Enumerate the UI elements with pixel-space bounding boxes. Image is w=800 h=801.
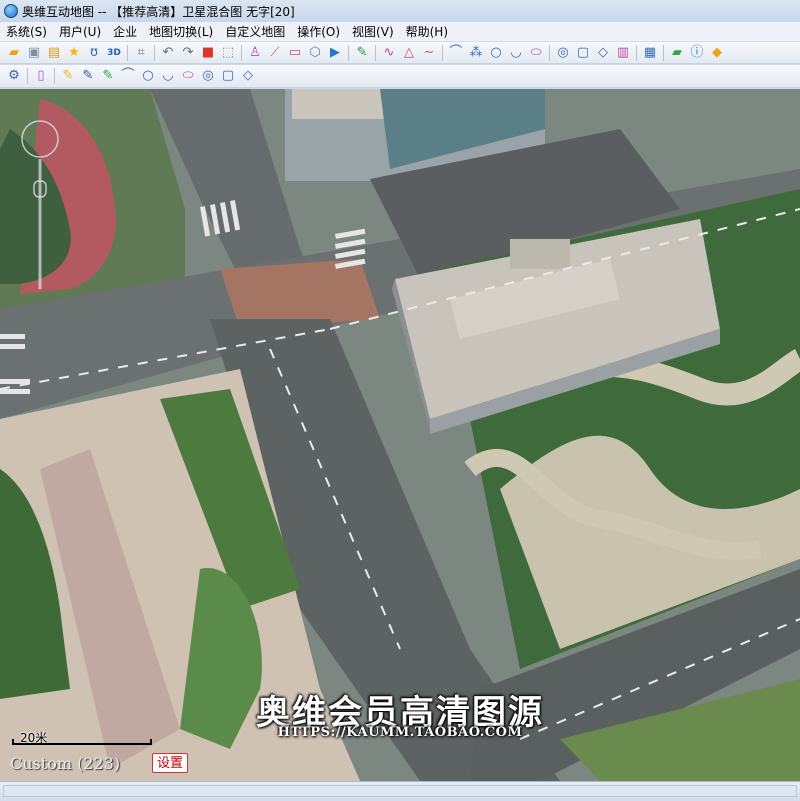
polygon-icon[interactable]: ⬡: [307, 45, 323, 61]
ruler-icon[interactable]: ⟋: [267, 45, 283, 61]
grid-icon[interactable]: ▦: [642, 45, 658, 61]
bars-icon[interactable]: ▥: [615, 45, 631, 61]
redo-icon[interactable]: ↷: [180, 45, 196, 61]
secondary-toolbar: ⚙ ▯ ✎ ✎ ✎ ⌒ ○ ◡ ⬭ ◎ ▢ ◇: [0, 65, 800, 88]
menu-item[interactable]: 自定义地图: [219, 23, 291, 40]
ellipse-icon[interactable]: ⬭: [528, 45, 544, 61]
ring-icon[interactable]: ◎: [200, 68, 216, 84]
arc-icon[interactable]: ⌒: [448, 45, 464, 61]
toolbar-separator: [549, 44, 550, 61]
map-view[interactable]: 奥维会员高清图源 HTTPS://KAUMM.TAOBAO.COM 20米 Cu…: [0, 89, 800, 781]
delete-icon[interactable]: ■: [200, 45, 216, 61]
pushpin-yellow-icon[interactable]: ✎: [60, 68, 76, 84]
area-icon[interactable]: ▭: [287, 45, 303, 61]
pushpin-blue-icon[interactable]: ✎: [80, 68, 96, 84]
chat-icon[interactable]: ▰: [669, 45, 685, 61]
points-icon[interactable]: ⁂: [468, 45, 484, 61]
toolbar-separator: [127, 44, 128, 61]
menu-item[interactable]: 操作(O): [291, 23, 346, 40]
satellite-imagery: [0, 89, 800, 781]
menu-item[interactable]: 系统(S): [0, 23, 53, 40]
toolbar-separator: [442, 44, 443, 61]
layer-icon[interactable]: ◇: [240, 68, 256, 84]
circle-icon[interactable]: ○: [488, 45, 504, 61]
menu-item[interactable]: 地图切换(L): [143, 23, 219, 40]
zoom-slider-icon[interactable]: [20, 119, 60, 299]
toolbar-separator: [54, 68, 55, 84]
arc-open-icon[interactable]: ◡: [508, 45, 524, 61]
measure-icon[interactable]: ♙: [247, 45, 263, 61]
document-icon[interactable]: ▯: [33, 68, 49, 84]
arc-open-icon[interactable]: ◡: [160, 68, 176, 84]
select-icon[interactable]: ⬚: [220, 45, 236, 61]
settings-gear-icon[interactable]: ⚙: [6, 68, 22, 84]
menu-item[interactable]: 企业: [107, 23, 143, 40]
status-bar: [0, 781, 800, 801]
curve-icon[interactable]: ∼: [421, 45, 437, 61]
title-bar: 奥维互动地图 -- 【推荐高清】卫星混合图 无字[20]: [0, 0, 800, 23]
ellipse-icon[interactable]: ⬭: [180, 68, 196, 84]
favorites-folder-icon[interactable]: ▤: [46, 45, 62, 61]
crop-icon[interactable]: ⌗: [133, 45, 149, 61]
line-icon[interactable]: ∿: [381, 45, 397, 61]
status-panel: [3, 785, 797, 797]
main-toolbar: ▰ ▣ ▤ ★ ʊ 3D ⌗ ↶ ↷ ■ ⬚ ♙ ⟋ ▭ ⬡ ▶ ✎ ∿ △ ∼ ⌒ ⁂ ○ ◡ ⬭ ◎ ▢ ◇ ▥ ▦ ▰ ⓘ ◆: [0, 42, 800, 64]
arc-icon[interactable]: ⌒: [120, 68, 136, 84]
window-title: 奥维互动地图 -- 【推荐高清】卫星混合图 无字[20]: [22, 4, 295, 19]
settings-button[interactable]: 设置: [152, 753, 188, 773]
menu-item[interactable]: 帮助(H): [400, 23, 454, 40]
undo-icon[interactable]: ↶: [160, 45, 176, 61]
square-ring-icon[interactable]: ▢: [575, 45, 591, 61]
pushpin-green-icon[interactable]: ✎: [100, 68, 116, 84]
toolbar-separator: [375, 44, 376, 61]
open-folder-icon[interactable]: ▰: [6, 45, 22, 61]
menu-bar: 系统(S) 用户(U) 企业 地图切换(L) 自定义地图 操作(O) 视图(V) 帮助(H): [0, 22, 800, 42]
toolbar-separator: [636, 44, 637, 61]
info-icon[interactable]: ⓘ: [689, 45, 705, 61]
track-icon[interactable]: ʊ: [86, 45, 102, 61]
square-ring-icon[interactable]: ▢: [220, 68, 236, 84]
circle-icon[interactable]: ○: [140, 68, 156, 84]
menu-item[interactable]: 用户(U): [53, 23, 107, 40]
star-icon[interactable]: ★: [66, 45, 82, 61]
diamond-icon[interactable]: ◆: [709, 45, 725, 61]
menu-item[interactable]: 视图(V): [346, 23, 400, 40]
watermark-url: HTTPS://KAUMM.TAOBAO.COM: [277, 725, 523, 740]
app-globe-icon: [4, 4, 18, 18]
3d-icon[interactable]: 3D: [106, 45, 122, 61]
toolbar-separator: [27, 68, 28, 84]
save-icon[interactable]: ▣: [26, 45, 42, 61]
toolbar-separator: [154, 44, 155, 61]
layer-icon[interactable]: ◇: [595, 45, 611, 61]
triangle-icon[interactable]: △: [401, 45, 417, 61]
toolbar-separator: [663, 44, 664, 61]
scale-bar: [12, 739, 152, 745]
toolbar-separator: [348, 44, 349, 61]
custom-map-label: Custom (223): [10, 754, 121, 773]
pin-icon[interactable]: ✎: [354, 45, 370, 61]
ring-icon[interactable]: ◎: [555, 45, 571, 61]
toolbar-separator: [241, 44, 242, 61]
camera-icon[interactable]: ▶: [327, 45, 343, 61]
